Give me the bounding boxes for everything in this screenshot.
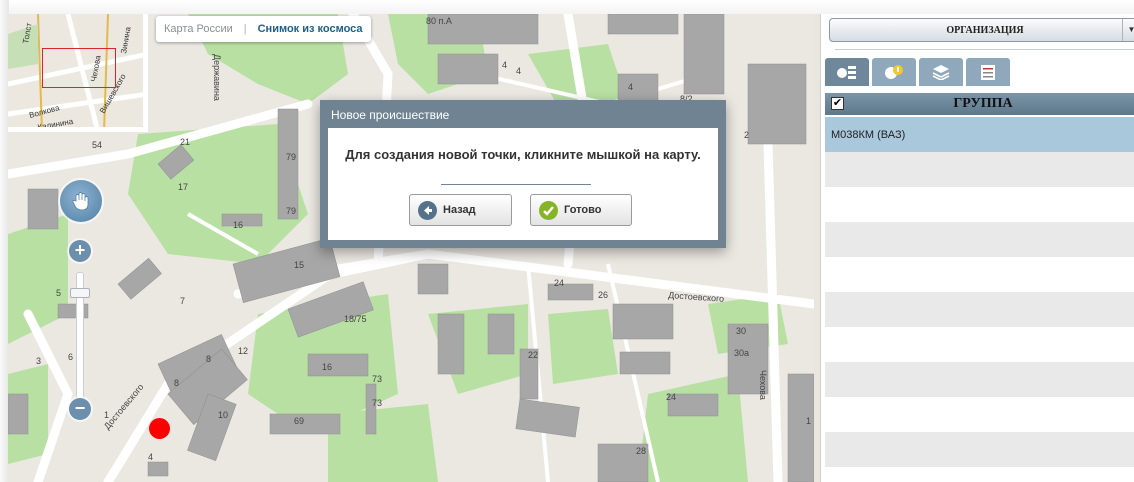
map-type-separator: | [243, 23, 247, 35]
map-label: 8 [174, 378, 179, 388]
dialog-title: Новое происшествие [320, 100, 726, 128]
map-label: 5 [56, 288, 61, 298]
map-label: 15 [294, 260, 304, 270]
back-icon [418, 200, 437, 220]
report-tab-icon [981, 65, 995, 80]
map-label: 7 [180, 296, 185, 306]
right-panel: ОРГАНИЗАЦИЯ ▼ ✔ ГРУППА М038КМ (ВАЗ) [820, 14, 1134, 482]
map-label: 30 [736, 326, 746, 336]
map-label: Державина [212, 54, 222, 101]
panel-divider [835, 49, 1134, 50]
new-incident-dialog: Новое происшествие Для создания новой то… [320, 100, 726, 248]
map-label: 26 [598, 290, 608, 300]
vehicle-list: М038КМ (ВАЗ) [825, 117, 1134, 467]
empty-row [825, 187, 1134, 222]
empty-row [825, 362, 1134, 397]
dialog-divider [441, 184, 591, 185]
map-label: 4 [628, 82, 633, 92]
group-header: ✔ ГРУППА [825, 93, 1134, 115]
tab-layers[interactable] [919, 58, 963, 86]
map-label: 16 [322, 362, 332, 372]
dialog-message: Для создания новой точки, кликните мышко… [345, 147, 701, 162]
empty-row [825, 152, 1134, 187]
list-tab-icon [837, 66, 856, 79]
done-button-label: Готово [564, 204, 602, 216]
check-icon [539, 200, 558, 220]
map-label: 2 [744, 130, 749, 140]
layers-tab-icon [932, 65, 950, 80]
empty-row [825, 292, 1134, 327]
map-label: 73 [372, 374, 382, 384]
empty-row [825, 397, 1134, 432]
pan-icon [72, 192, 89, 211]
map-type-satellite[interactable]: Снимок из космоса [258, 23, 363, 35]
map-label: 69 [294, 416, 304, 426]
empty-row [825, 432, 1134, 467]
overview-minimap[interactable]: Толст Зинина Чехова Вишевского Волкова Калини… [8, 14, 148, 132]
back-button-label: Назад [443, 204, 476, 216]
map-label: 28 [636, 446, 646, 456]
map-type-russia[interactable]: Карта России [164, 23, 233, 35]
map-label: 73 [372, 398, 382, 408]
map-label: 24 [554, 278, 564, 288]
organization-label: ОРГАНИЗАЦИЯ [946, 25, 1024, 36]
empty-row [825, 327, 1134, 362]
map-label: 10 [218, 410, 228, 420]
empty-row [825, 257, 1134, 292]
map-label: 22 [528, 350, 538, 360]
overview-viewport-rect[interactable] [42, 48, 116, 88]
map-label: 21 [180, 137, 190, 147]
map-label: 6 [68, 352, 73, 362]
chevron-down-icon[interactable]: ▼ [1122, 19, 1134, 41]
map-label: Чехова [758, 370, 768, 400]
pan-control[interactable] [60, 180, 102, 222]
zoom-in-icon[interactable]: + [69, 240, 91, 262]
map-label: 3 [36, 356, 41, 366]
map-label: 17 [178, 182, 188, 192]
map-label: 1 [806, 416, 811, 426]
tab-vehicles[interactable] [872, 58, 916, 86]
panel-tabs [825, 58, 1013, 86]
tab-list[interactable] [825, 58, 869, 86]
organization-dropdown[interactable]: ОРГАНИЗАЦИЯ ▼ [829, 18, 1134, 42]
done-button[interactable]: Готово [530, 194, 632, 226]
map-label: 16 [233, 220, 243, 230]
back-button[interactable]: Назад [409, 194, 512, 226]
map-view[interactable]: 80 п.А 54 21 17 79 79 16 15 4 4 8/2 2 4 24 26 18/75 12 8 8… [8, 14, 814, 482]
zoom-slider-thumb[interactable] [70, 288, 90, 298]
map-label: 24 [666, 392, 676, 402]
map-type-switcher: Карта России | Снимок из космоса [156, 16, 371, 42]
zoom-out-icon[interactable]: − [69, 398, 91, 420]
app-frame: 80 п.А 54 21 17 79 79 16 15 4 4 8/2 2 4 24 26 18/75 12 8 8… [8, 14, 1134, 482]
vehicle-tab-icon [885, 65, 903, 79]
map-label: 80 п.А [426, 16, 452, 26]
empty-row [825, 222, 1134, 257]
map-label: 79 [286, 206, 296, 216]
tab-report[interactable] [966, 58, 1010, 86]
map-label: 4 [148, 452, 153, 462]
map-label: 79 [286, 152, 296, 162]
vehicle-row[interactable]: М038КМ (ВАЗ) [825, 117, 1134, 152]
map-label: 4 [516, 66, 521, 76]
map-label: 54 [92, 140, 102, 150]
map-point-marker[interactable] [149, 418, 170, 439]
map-label: 30а [734, 348, 749, 358]
map-label: 4 [502, 60, 507, 70]
map-label: 8 [206, 354, 211, 364]
map-label: 12 [238, 346, 248, 356]
map-label: 18/75 [344, 314, 367, 324]
group-label: ГРУППА [953, 96, 1013, 111]
